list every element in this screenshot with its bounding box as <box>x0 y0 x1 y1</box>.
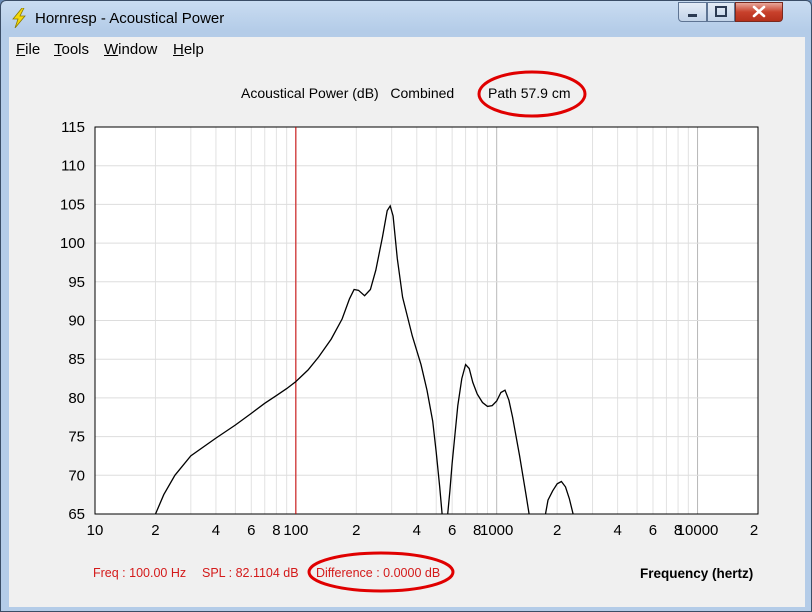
x-tick-label: 100 <box>283 522 308 539</box>
status-difference: Difference : 0.0000 dB <box>316 566 441 580</box>
plot-area: Acoustical Power (dB) Combined Path 57.9… <box>9 63 805 607</box>
minimize-button[interactable] <box>678 2 707 22</box>
x-tick-label: 1000 <box>480 522 513 539</box>
x-tick-label: 2 <box>151 522 159 539</box>
y-tick-label: 105 <box>60 196 85 213</box>
lightning-bolt-icon <box>12 8 26 28</box>
minimize-icon <box>688 14 697 17</box>
x-axis-label: Frequency (hertz) <box>640 566 754 581</box>
window-title: Hornresp - Acoustical Power <box>35 10 225 27</box>
x-tick-label: 6 <box>247 522 255 539</box>
y-tick-label: 100 <box>60 235 85 252</box>
x-tick-label: 4 <box>212 522 220 539</box>
status-frequency: Freq : 100.00 Hz <box>93 566 187 580</box>
y-tick-label: 115 <box>61 119 85 136</box>
y-tick-label: 90 <box>68 313 85 330</box>
menu-help[interactable]: Help <box>173 41 204 58</box>
menu-window[interactable]: Window <box>104 41 157 58</box>
x-tick-label: 10000 <box>677 522 719 539</box>
menu-tools[interactable]: Tools <box>54 41 89 58</box>
close-icon <box>752 5 766 18</box>
status-spl: SPL : 82.1104 dB <box>202 566 299 580</box>
x-tick-label: 2 <box>750 522 758 539</box>
maximize-icon <box>715 6 727 17</box>
y-tick-label: 110 <box>61 158 85 175</box>
y-tick-label: 75 <box>68 429 85 446</box>
y-tick-label: 80 <box>68 390 85 407</box>
y-tick-label: 85 <box>68 351 85 368</box>
y-tick-label: 95 <box>68 274 85 291</box>
menu-bar: File Tools Window Help <box>9 37 805 63</box>
y-tick-label: 65 <box>68 506 85 523</box>
x-tick-label: 6 <box>448 522 456 539</box>
x-tick-label: 6 <box>649 522 657 539</box>
application-window: Hornresp - Acoustical Power File Tools W… <box>0 0 812 612</box>
x-tick-label: 4 <box>613 522 621 539</box>
y-tick-label: 70 <box>68 467 85 484</box>
x-tick-label: 2 <box>553 522 561 539</box>
x-tick-label: 2 <box>352 522 360 539</box>
title-bar[interactable]: Hornresp - Acoustical Power <box>1 1 811 35</box>
menu-file[interactable]: File <box>16 41 40 58</box>
x-tick-label: 10 <box>87 522 104 539</box>
maximize-button[interactable] <box>707 2 735 22</box>
close-button[interactable] <box>735 2 783 22</box>
path-highlight-ellipse <box>477 70 587 118</box>
x-tick-label: 8 <box>272 522 280 539</box>
x-tick-label: 4 <box>413 522 421 539</box>
acoustical-power-chart[interactable]: 6570758085909510010511011510 2 4 6 8 100 2 4 6 81… <box>9 63 805 607</box>
